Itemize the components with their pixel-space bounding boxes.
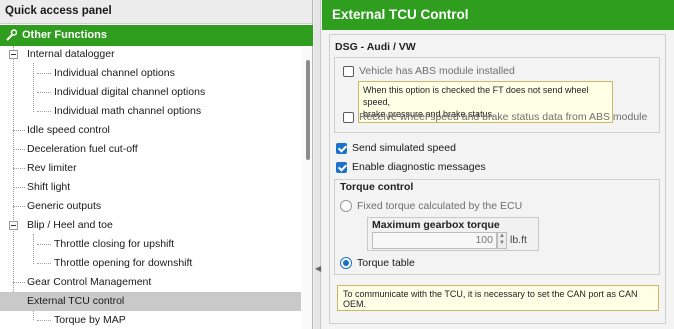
external-tcu-control-panel: External TCU Control DSG - Audi / VW Veh… [322,0,674,329]
tree-item-blip-heel-and-toe[interactable]: Blip / Heel and toe [27,216,113,235]
torque-control-title: Torque control [340,181,414,193]
abs-module-checkbox[interactable] [343,66,354,77]
tree-item-idle-speed-control[interactable]: Idle speed control [27,121,110,140]
tree-line [37,73,51,74]
tree-line [13,206,25,207]
tree-line [13,187,25,188]
dsg-settings-group: DSG - Audi / VW Vehicle has ABS module i… [329,34,666,324]
collapse-icon[interactable] [9,221,18,230]
quick-access-panel-title: Quick access panel [0,0,312,24]
tree-line [33,234,34,264]
tree-line [37,320,51,321]
tree-item-individual-channel-options[interactable]: Individual channel options [54,64,175,83]
tree-item-throttle-closing-for-upshift[interactable]: Throttle closing for upshift [54,235,174,254]
receive-abs-data-checkbox[interactable] [343,112,354,123]
spin-down-icon[interactable]: ▼ [498,240,506,247]
group-label: Other Functions [22,29,107,41]
spin-up-icon[interactable]: ▲ [498,233,506,240]
tree-item-gear-control-management[interactable]: Gear Control Management [27,273,151,292]
tree-item-shift-light[interactable]: Shift light [27,178,70,197]
tree-item-external-tcu-control[interactable]: External TCU control [27,292,124,311]
can-port-note: To communicate with the TCU, it is neces… [337,285,659,311]
max-torque-spinner[interactable]: ▲ ▼ [497,232,507,249]
send-simulated-speed-checkbox[interactable] [336,143,347,154]
torque-table-label[interactable]: Torque table [357,257,415,269]
tree-item-throttle-opening-for-downshift[interactable]: Throttle opening for downshift [54,254,192,273]
max-torque-unit: lb.ft [510,234,527,246]
abs-module-label[interactable]: Vehicle has ABS module installed [359,65,515,77]
tree-line [13,282,25,283]
tree-scrollbar-thumb[interactable] [306,60,310,160]
tree-line [13,46,14,310]
tree-line [13,168,25,169]
collapse-icon[interactable] [9,50,18,59]
fixed-torque-radio[interactable] [340,200,352,212]
section-title: DSG - Audi / VW [335,41,416,53]
tree-line [33,63,34,112]
tree-item-rev-limiter[interactable]: Rev limiter [27,159,77,178]
send-simulated-speed-label[interactable]: Send simulated speed [352,142,456,154]
tree-line [37,263,51,264]
wrench-icon [6,29,17,41]
tree-line [13,149,25,150]
receive-abs-data-label[interactable]: Receive wheel speed and brake status dat… [359,111,647,123]
panel-title: External TCU Control [322,0,674,30]
max-torque-label: Maximum gearbox torque [372,219,500,231]
tree-item-deceleration-fuel-cut-off[interactable]: Deceleration fuel cut-off [27,140,138,159]
tree-item-individual-math-channel-options[interactable]: Individual math channel options [54,102,201,121]
tree-line [13,130,25,131]
tree-line [37,111,51,112]
enable-diagnostic-messages-checkbox[interactable] [336,162,347,173]
fixed-torque-label[interactable]: Fixed torque calculated by the ECU [357,200,522,212]
panel-splitter[interactable] [314,0,321,329]
abs-tooltip-line1: When this option is checked the FT does … [363,85,589,107]
tree-item-generic-outputs[interactable]: Generic outputs [27,197,101,216]
tree-item-internal-datalogger[interactable]: Internal datalogger [27,45,115,64]
collapse-panel-arrow-icon[interactable]: ◀ [315,262,321,276]
tree-item-individual-digital-channel-options[interactable]: Individual digital channel options [54,83,205,102]
max-torque-input[interactable]: 100 [372,232,497,249]
tree-line [37,244,51,245]
group-other-functions[interactable]: Other Functions [0,25,313,46]
enable-diagnostic-messages-label[interactable]: Enable diagnostic messages [352,161,486,173]
tree-line [37,92,51,93]
torque-table-radio[interactable] [340,257,352,269]
tree-item-torque-by-map[interactable]: Torque by MAP [54,311,126,329]
